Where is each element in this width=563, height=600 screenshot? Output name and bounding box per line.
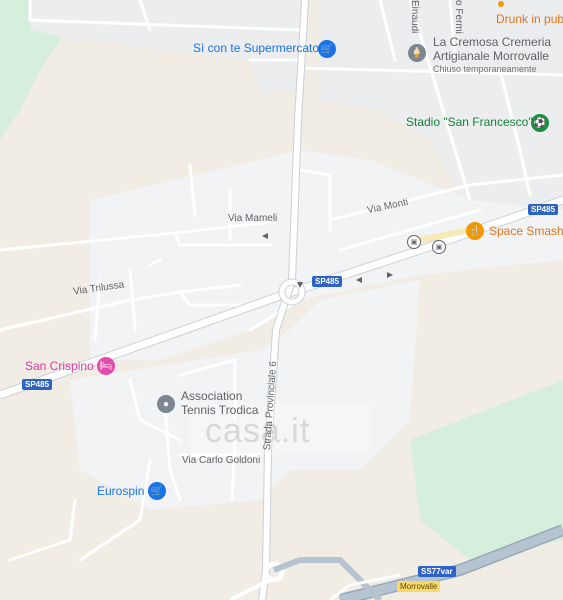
road-shield-sp485: SP485 [312,276,343,287]
hotel-icon[interactable]: 🛏 [97,357,115,375]
bus-stop-icon[interactable]: ▣ [432,240,446,254]
shopping-cart-icon[interactable]: 🛒 [318,40,336,58]
poi-label-space-smash[interactable]: Space Smash [489,224,563,239]
restaurant-dot-icon[interactable] [498,1,504,7]
map-view[interactable]: casa.it Einaudi o Fermi Via Mameli Via M… [0,0,563,600]
poi-label-eurospin[interactable]: Eurospin [97,484,144,499]
road-shield-sp485: SP485 [528,204,559,215]
poi-status-cremeria: Chiuso temporaneamente [433,64,537,74]
street-label-fermi: o Fermi [453,0,464,34]
bus-stop-icon[interactable]: ▣ [407,235,421,249]
poi-label-tennis-line2[interactable]: Tennis Trodica [181,403,258,418]
restaurant-icon[interactable]: 🍴 [466,222,484,240]
place-marker-icon[interactable]: ● [157,395,175,413]
poi-label-cremeria-line1[interactable]: La Cremosa Cremeria [433,35,551,50]
poi-label-san-crispino[interactable]: San Crispino [25,359,94,374]
street-label-einaudi: Einaudi [409,0,420,34]
map-base [0,0,563,600]
poi-label-drunk-in-pub[interactable]: Drunk in publ [496,12,563,27]
poi-label-supermercato[interactable]: Sì con te Supermercato [193,41,319,56]
poi-label-tennis-line1[interactable]: Association [181,389,242,404]
street-label-via-carlo-goldoni: Via Carlo Goldoni [182,455,261,466]
road-shield-ss77var: SS77var [418,566,456,577]
watermark-text: casa.it [205,412,311,450]
poi-label-stadio[interactable]: Stadio "San Francesco" [406,115,533,130]
road-shield-sp485: SP485 [22,379,53,390]
street-label-via-mameli: Via Mameli [228,213,278,224]
shopping-cart-icon[interactable]: 🛒 [148,482,166,500]
stadium-icon[interactable]: ⚽ [531,114,549,132]
exit-label-morrovalle: Morrovalle [397,581,441,592]
poi-label-cremeria-line2[interactable]: Artigianale Morrovalle [433,49,549,64]
ice-cream-icon[interactable]: 🍦 [408,44,426,62]
